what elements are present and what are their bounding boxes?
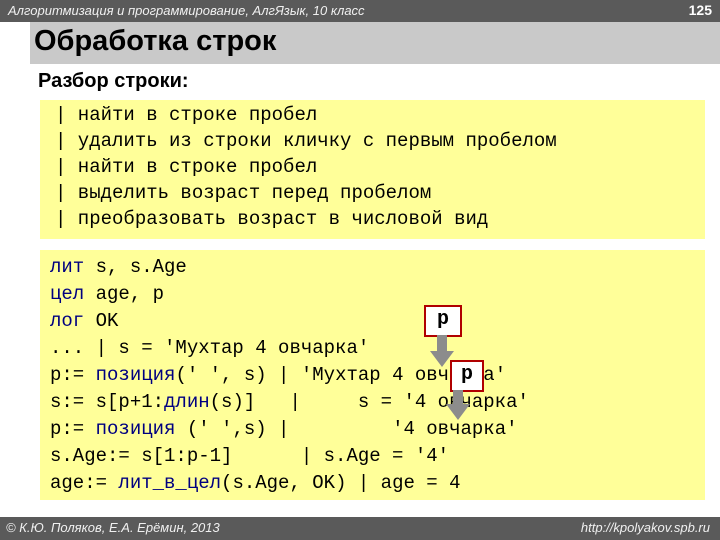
code-line: ... | s = 'Мухтар 4 овчарка': [50, 337, 370, 359]
code-text: p:=: [50, 418, 96, 440]
code-text: s, s.Age: [84, 256, 187, 278]
code-text: p:=: [50, 364, 96, 386]
comment-line: | выделить возраст перед пробелом: [55, 182, 432, 204]
course-title: Алгоритмизация и программирование, АлгЯз…: [8, 3, 365, 18]
pointer-label-box: p: [424, 305, 462, 337]
pointer-label-box: p: [450, 360, 484, 392]
function-name: позиция: [95, 364, 176, 386]
code-text: age, p: [84, 283, 165, 305]
function-name: позиция: [95, 418, 176, 440]
keyword: лог: [50, 310, 85, 332]
code-line: лит s, s.Age: [50, 256, 187, 278]
footer-bar: © К.Ю. Поляков, Е.А. Ерёмин, 2013 http:/…: [0, 517, 720, 540]
code-text: OK: [84, 310, 119, 332]
code-text: s:= s[p+1:: [50, 391, 165, 413]
code-line: лог OK: [50, 310, 118, 332]
code-line: цел age, p: [50, 283, 164, 305]
comment-line: | удалить из строки кличку с первым проб…: [55, 130, 557, 152]
code-text: age:=: [50, 472, 119, 494]
site-link[interactable]: http://kpolyakov.spb.ru: [581, 520, 710, 535]
code-text: (s)] | s = '4 овчарка': [209, 391, 529, 413]
keyword: цел: [50, 283, 85, 305]
slide-subtitle: Разбор строки:: [38, 70, 189, 92]
comment-line: | преобразовать возраст в числовой вид: [55, 208, 489, 230]
code-line: age:= лит_в_цел(s.Age, OK) | age = 4: [50, 472, 461, 494]
down-arrow-icon: [446, 390, 470, 420]
header-bar: Алгоритмизация и программирование, АлгЯз…: [0, 0, 720, 22]
code-line: s.Age:= s[1:p-1] | s.Age = '4': [50, 445, 450, 467]
authors-text: © К.Ю. Поляков, Е.А. Ерёмин, 2013: [6, 520, 220, 535]
comment-line: | найти в строке пробел: [55, 104, 318, 126]
keyword: лит: [50, 256, 85, 278]
slide-title: Обработка строк: [34, 25, 277, 57]
function-name: лит_в_цел: [118, 472, 222, 494]
page-number: 125: [688, 2, 712, 18]
code-text: (s.Age, OK) | age = 4: [221, 472, 461, 494]
function-name: длин: [164, 391, 210, 413]
comment-line: | найти в строке пробел: [55, 156, 318, 178]
